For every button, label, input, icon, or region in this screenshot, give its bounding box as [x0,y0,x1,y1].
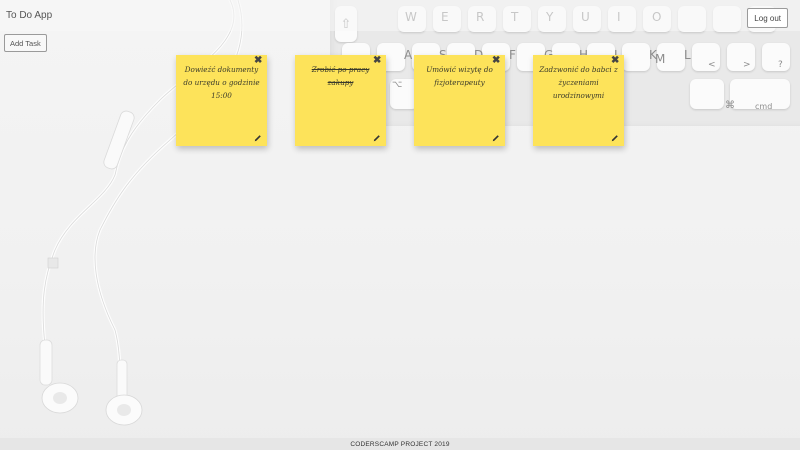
sticky-note[interactable]: Dowieźć dokumenty do urzędu o godzinie 1… [176,55,267,146]
app-title: To Do App [6,10,53,21]
logout-button[interactable]: Log out [747,8,788,28]
key-label: M [655,52,666,66]
key-label: cmd [755,102,773,111]
note-text: Dowieźć dokumenty do urzędu o godzinie 1… [183,65,260,100]
add-task-button[interactable]: Add Task [4,34,47,52]
key-label: ? [778,60,783,70]
pencil-icon[interactable] [373,134,381,142]
note-text: Umówić wizytę do fizjoterapeuty [426,65,493,87]
close-icon[interactable]: ✖ [611,56,621,66]
footer: CODERSCAMP PROJECT 2019 [0,438,800,450]
pencil-icon[interactable] [611,134,619,142]
sticky-note[interactable]: Umówić wizytę do fizjoterapeuty ✖ [414,55,505,146]
close-icon[interactable]: ✖ [492,56,502,66]
sticky-note[interactable]: Zadzwonić do babci z życzeniami urodzino… [533,55,624,146]
key-label: < [708,60,716,70]
pencil-icon[interactable] [492,134,500,142]
note-text: Zrobić po pracy zakupy [311,65,370,87]
key-label: ⌘ [725,100,735,111]
close-icon[interactable]: ✖ [254,56,264,66]
key-label: ⌥ [392,80,403,90]
key-label: A [404,48,413,62]
key-label: F [509,48,516,62]
note-text: Zadzwonić do babci z życzeniami urodzino… [539,65,618,100]
top-bar: To Do App Log out [0,0,800,31]
sticky-note[interactable]: Zrobić po pracy zakupy ✖ [295,55,386,146]
key-label: > [743,60,751,70]
background-image: ⇧ W E R T Y U I O A [0,0,800,450]
pencil-icon[interactable] [254,134,262,142]
key-label: L [684,48,691,62]
close-icon[interactable]: ✖ [373,56,383,66]
